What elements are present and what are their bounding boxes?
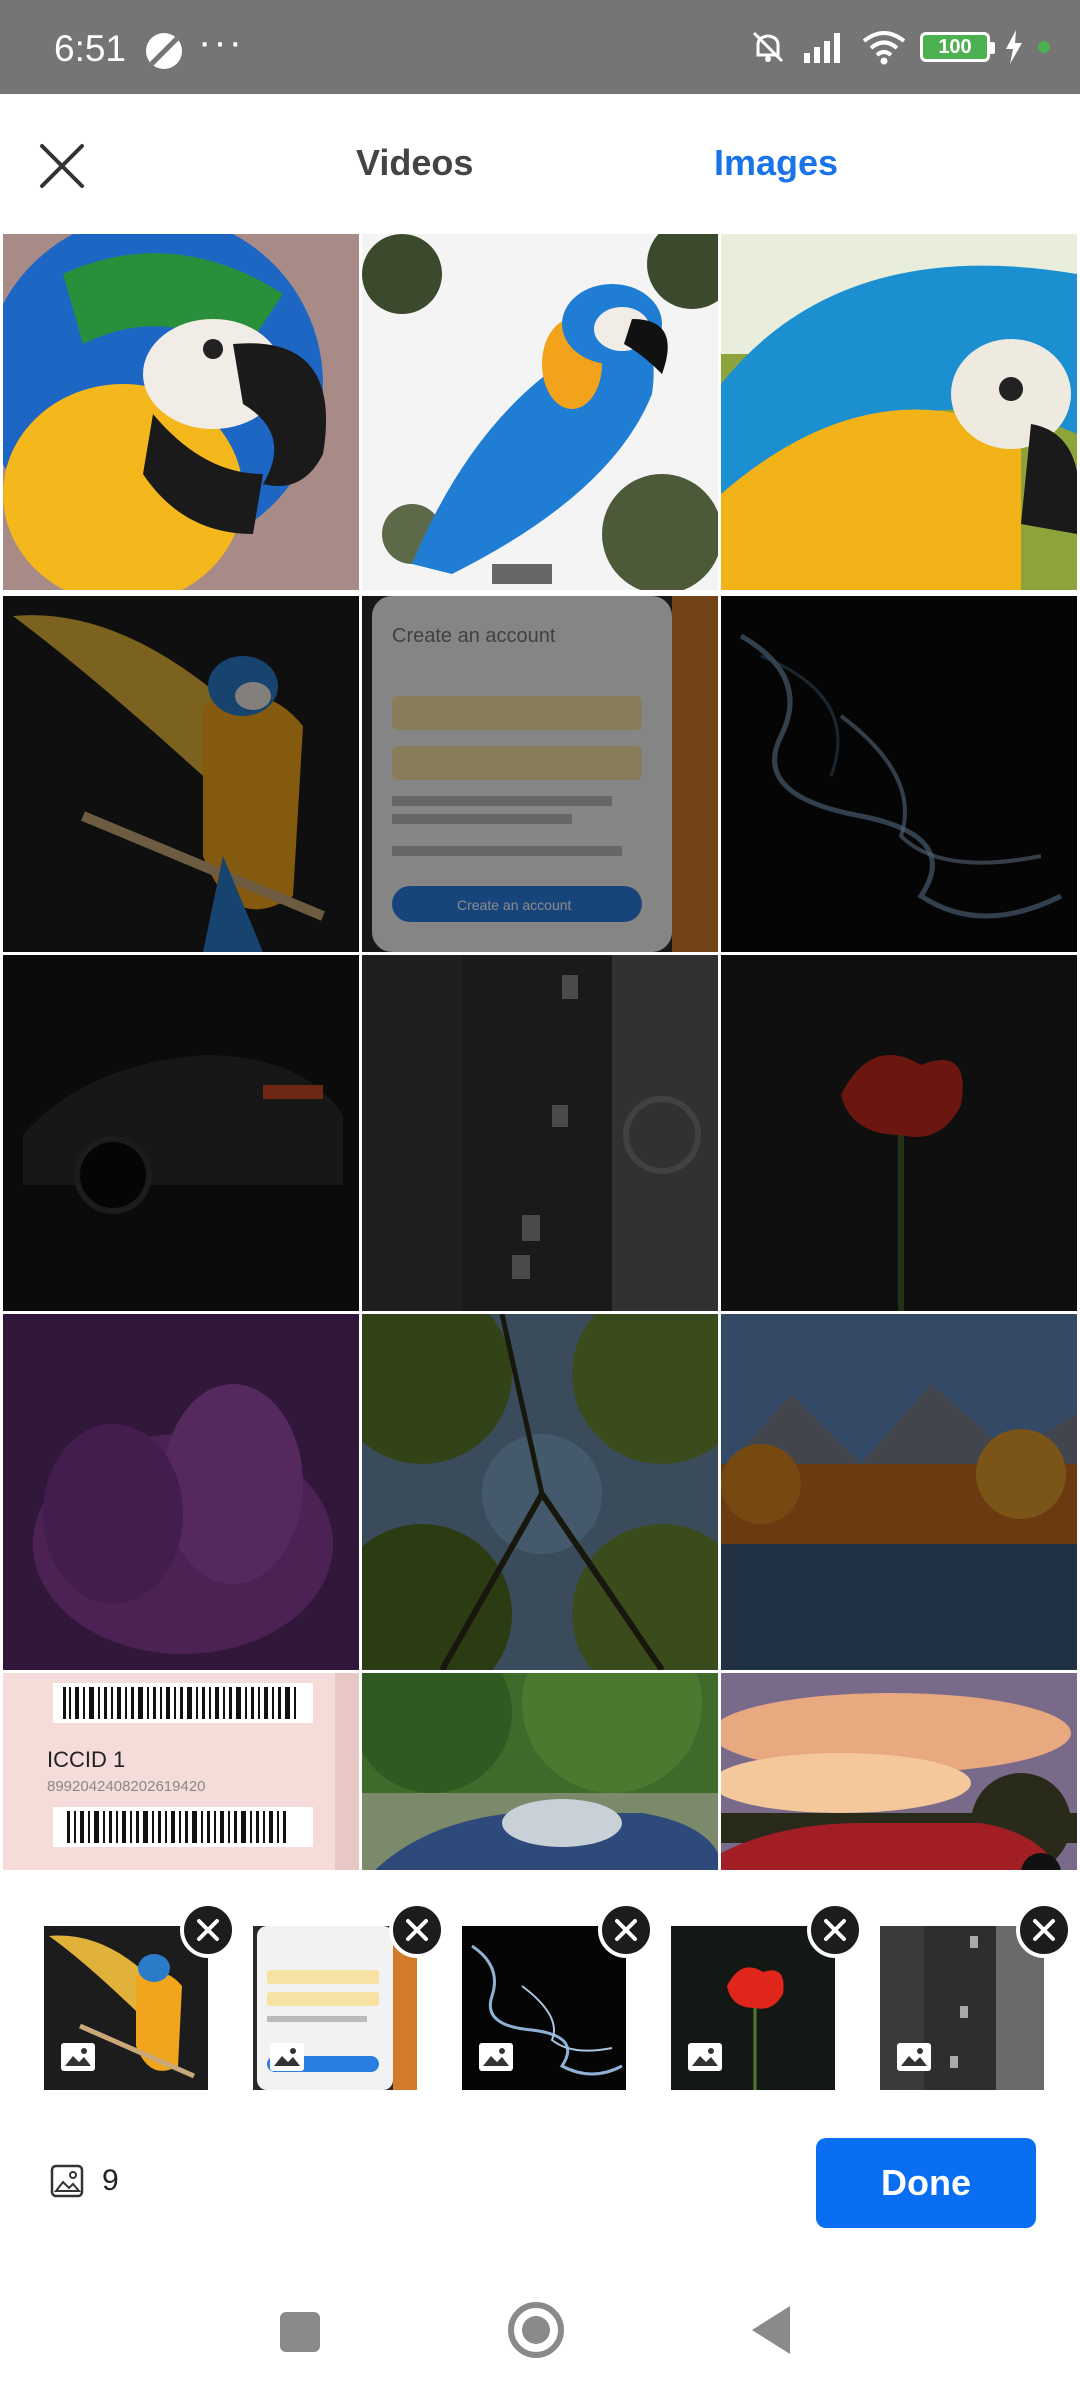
- selected-overlay: [3, 1314, 359, 1670]
- selected-overlay: [3, 955, 359, 1311]
- grid-item[interactable]: [362, 1673, 718, 1870]
- selected-thumb[interactable]: [462, 1902, 654, 2090]
- do-not-disturb-icon: [146, 33, 182, 69]
- macaw-perched-image: [362, 234, 718, 590]
- selected-thumb[interactable]: [671, 1902, 863, 2090]
- blue-convertible-image: [362, 1673, 718, 1870]
- grid-item[interactable]: [362, 955, 718, 1311]
- close-icon: [406, 1919, 428, 1941]
- selected-overlay: [721, 1314, 1077, 1670]
- red-car-sunset-image: [721, 1673, 1077, 1870]
- close-icon: [197, 1919, 219, 1941]
- grid-item[interactable]: [3, 596, 359, 952]
- close-icon[interactable]: [34, 138, 90, 194]
- grid-item[interactable]: [362, 1314, 718, 1670]
- remove-button[interactable]: [598, 1902, 654, 1958]
- grid-item[interactable]: [721, 1673, 1077, 1870]
- image-type-icon: [61, 2043, 95, 2071]
- selected-count: 9: [102, 2164, 119, 2197]
- sim-label: ICCID 1: [47, 1747, 125, 1772]
- macaw-closeup-image: [3, 234, 359, 590]
- image-count-icon: [50, 2164, 84, 2198]
- footer: 9 Done: [0, 2106, 1080, 2256]
- image-type-icon: [479, 2043, 513, 2071]
- selected-overlay: [721, 596, 1077, 952]
- recents-icon[interactable]: [280, 2312, 320, 2352]
- status-bar: 6:51 ··· 100: [0, 0, 1080, 94]
- more-notifications-icon: ···: [198, 20, 244, 64]
- selected-thumb[interactable]: [253, 1902, 445, 2090]
- image-type-icon: [897, 2043, 931, 2071]
- remove-button[interactable]: [389, 1902, 445, 1958]
- charging-icon: [1006, 30, 1022, 64]
- selected-thumb[interactable]: [44, 1902, 236, 2090]
- selected-overlay: [3, 596, 359, 952]
- tab-images[interactable]: Images: [714, 142, 838, 184]
- signal-icon: [804, 33, 840, 63]
- selected-overlay: [362, 955, 718, 1311]
- privacy-indicator-dot: [1038, 41, 1050, 53]
- remove-button[interactable]: [807, 1902, 863, 1958]
- grid-item[interactable]: [3, 234, 359, 590]
- remove-button[interactable]: [180, 1902, 236, 1958]
- grid-item[interactable]: [721, 955, 1077, 1311]
- media-grid: Create an account Create an account ICCI…: [0, 234, 1080, 1870]
- selected-thumb[interactable]: [880, 1902, 1072, 2090]
- navigation-bar: [0, 2256, 1080, 2400]
- grid-item[interactable]: [721, 234, 1077, 590]
- status-icons: 100: [748, 24, 1050, 70]
- header: Videos Images: [0, 94, 1080, 234]
- close-icon: [615, 1919, 637, 1941]
- grid-item[interactable]: [362, 234, 718, 590]
- selected-overlay: [721, 955, 1077, 1311]
- macaw-feathers-image: [721, 234, 1077, 590]
- selected-overlay: [362, 596, 718, 952]
- tab-videos[interactable]: Videos: [356, 142, 473, 184]
- sim-card-image: ICCID 1 8992042408202619420: [3, 1673, 359, 1870]
- selected-overlay: [362, 1314, 718, 1670]
- home-icon[interactable]: [508, 2302, 564, 2358]
- image-type-icon: [270, 2043, 304, 2071]
- battery-icon: 100: [920, 32, 995, 62]
- wifi-icon: [862, 31, 906, 65]
- back-icon[interactable]: [752, 2306, 790, 2354]
- grid-item[interactable]: [3, 1314, 359, 1670]
- done-button[interactable]: Done: [816, 2138, 1036, 2228]
- close-icon: [824, 1919, 846, 1941]
- remove-button[interactable]: [1016, 1902, 1072, 1958]
- mute-icon: [752, 31, 784, 63]
- selected-items-strip: [0, 1870, 1080, 2106]
- grid-item[interactable]: [721, 1314, 1077, 1670]
- sim-number: 8992042408202619420: [47, 1778, 206, 1795]
- grid-item[interactable]: [721, 596, 1077, 952]
- image-type-icon: [688, 2043, 722, 2071]
- grid-item[interactable]: [3, 955, 359, 1311]
- status-time: 6:51: [54, 28, 127, 69]
- grid-item[interactable]: Create an account Create an account: [362, 596, 718, 952]
- grid-item[interactable]: ICCID 1 8992042408202619420: [3, 1673, 359, 1870]
- close-icon: [1033, 1919, 1055, 1941]
